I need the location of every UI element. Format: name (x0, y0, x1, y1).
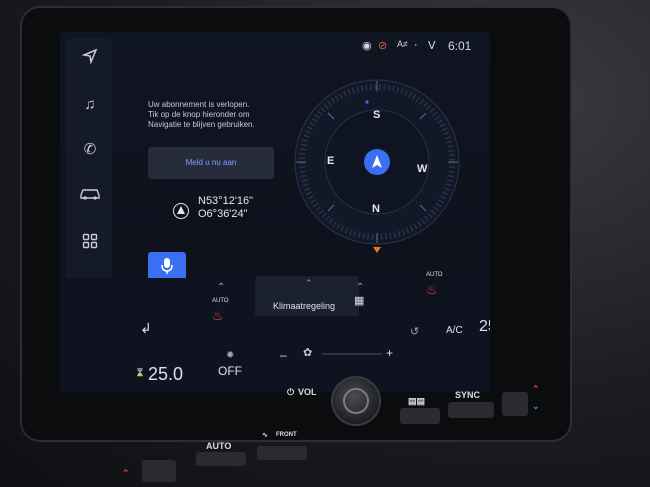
temperature-left[interactable]: 25.0 (148, 364, 183, 385)
seat-right-mode: AUTO (426, 272, 443, 278)
compass-widget: S E W N (292, 77, 462, 267)
sign-in-button[interactable]: Meld u nu aan (148, 147, 274, 179)
location-status-icon: ◉ (362, 40, 372, 52)
defrost-rear-button[interactable] (400, 408, 440, 424)
ac-toggle[interactable]: A/C (446, 325, 463, 336)
thermometer-left-icon: ⌛ (135, 368, 145, 377)
recirculation-icon[interactable]: ↺ (410, 325, 419, 338)
message-line-3: Navigatie te blijven gebruiken. (148, 120, 255, 129)
chevron-up-icon-left[interactable]: ⌃ (217, 282, 225, 293)
chevron-up-icon-right[interactable]: ⌃ (356, 282, 364, 293)
fan-icon: ✹ (226, 350, 235, 361)
volume-label: VOL (298, 387, 317, 397)
sidebar: ♫ ✆ ⚙ (66, 38, 112, 300)
chevron-up-icon[interactable]: ⌃ (305, 278, 313, 289)
message-line-1: Uw abonnement is verlopen. (148, 100, 250, 109)
power-icon[interactable]: ⏻ (287, 387, 294, 398)
message-line-2: Tik op de knop hieronder om (148, 110, 250, 119)
longitude: O6°36'24" (198, 208, 248, 220)
language-indicator: A≠ (397, 39, 408, 49)
coordinates: N53°12'16" O6°36'24" (198, 195, 253, 221)
phone-icon[interactable]: ✆ (81, 141, 99, 159)
infotainment-screen: ♫ ✆ ⚙ ◉ ⊘ A≠ ‧ ᐯ 6:01 Uw abonnement is v… (60, 32, 490, 392)
compass-label-left: E (327, 155, 335, 167)
sync-button[interactable] (448, 402, 494, 418)
grid-icon[interactable] (81, 233, 99, 251)
navigation-arrow-icon[interactable] (81, 48, 99, 66)
temp-up-icon[interactable]: ⌃ (532, 384, 540, 395)
temp-left-rocker[interactable] (142, 460, 176, 482)
fan-decrease-button[interactable]: – (280, 348, 287, 362)
fan-state[interactable]: OFF (218, 364, 242, 378)
compass-label-bottom: N (372, 203, 380, 215)
no-connection-icon: ⊘ (378, 40, 388, 52)
volume-knob[interactable] (333, 378, 379, 424)
volume-knob-ring (343, 388, 369, 414)
fan-level-icon: ✿ (303, 347, 313, 359)
microphone-icon (160, 258, 174, 279)
signal-icon: ‧ (414, 40, 418, 52)
seat-heat-left-icon[interactable]: ♨ (212, 308, 224, 324)
temp-right-rocker[interactable] (502, 392, 528, 416)
front-defrost-icon: ∿ (262, 432, 268, 439)
rear-defrost-icon: ▤▤ (408, 396, 426, 406)
compass-dial (294, 79, 460, 253)
car-icon[interactable] (79, 186, 101, 204)
seat-position-icon[interactable]: ↲ (140, 320, 152, 337)
fan-slider[interactable] (322, 353, 382, 355)
subscription-message: Uw abonnement is verlopen. Tik op de kno… (148, 100, 308, 130)
seat-heat-right-icon[interactable]: ♨ (426, 282, 438, 298)
temperature-right[interactable]: 25.0 (479, 318, 490, 336)
fan-increase-button[interactable]: + (386, 346, 393, 360)
temp-down-icon[interactable]: ⌄ (532, 401, 540, 412)
auto-button[interactable] (196, 452, 246, 466)
compass-label-right: W (417, 163, 428, 175)
bluetooth-icon: ᐯ (428, 40, 436, 52)
clock: 6:01 (448, 39, 472, 53)
latitude: N53°12'16" (198, 195, 254, 207)
temp-left-up-icon[interactable]: ⌃ (122, 468, 130, 479)
seat-left-mode: AUTO (212, 298, 229, 304)
auto-label: AUTO (206, 441, 232, 451)
front-defrost-button[interactable] (257, 446, 307, 460)
music-note-icon[interactable]: ♫ (81, 96, 99, 114)
climate-tab-label[interactable]: Klimaatregeling (273, 301, 335, 311)
grid-menu-icon[interactable]: ▦ (354, 294, 364, 307)
sync-label: SYNC (455, 390, 481, 400)
front-label: FRONT (276, 432, 297, 438)
compass-heading-icon (173, 203, 189, 219)
compass-label-top: S (373, 109, 381, 121)
climate-tab-bar: ⌃ Klimaatregeling (255, 276, 359, 316)
